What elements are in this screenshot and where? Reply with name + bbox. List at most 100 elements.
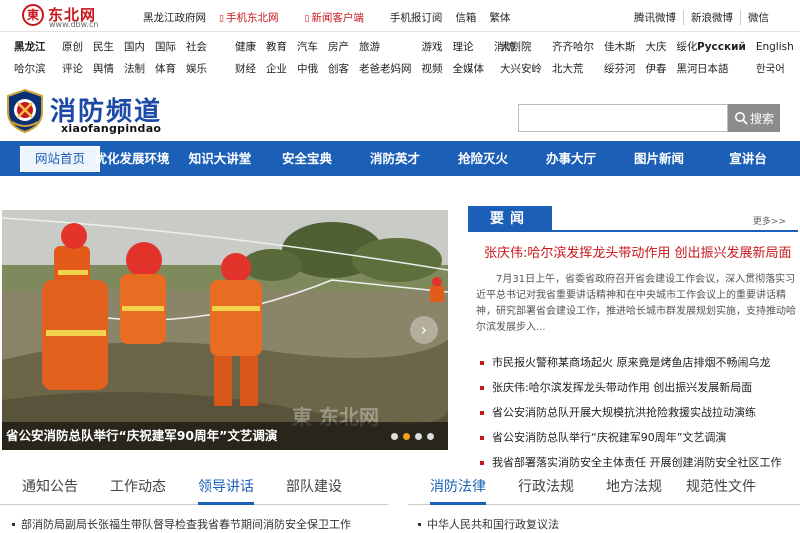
- news-item[interactable]: 市民报火警称某商场起火 原来竟是烤鱼店排烟不畅闹乌龙: [476, 350, 798, 375]
- dbw-logo[interactable]: 東 东北网 www.dbw.cn: [22, 4, 122, 29]
- news-summary: 7月31日上午，省委省政府召开省会建设工作会议，深入贯彻落实习近平总书记对我省重…: [476, 274, 796, 333]
- news-more-link[interactable]: 更多>>: [753, 214, 786, 227]
- nav-rescue[interactable]: 抢险灭火: [446, 141, 520, 176]
- nav-lecture[interactable]: 知识大讲堂: [180, 141, 260, 176]
- news-list: 市民报火警称某商场起火 原来竟是烤鱼店排烟不畅闹乌龙 张庆伟:哈尔滨发挥龙头带动…: [476, 350, 798, 475]
- city-link[interactable]: 黑河: [677, 62, 698, 76]
- slider-dot[interactable]: [391, 433, 398, 440]
- bullet: [418, 522, 421, 526]
- channel-link[interactable]: 理论: [453, 40, 485, 54]
- channel-link[interactable]: 健康: [235, 40, 256, 54]
- tab-local-regulations[interactable]: 地方法规: [606, 476, 662, 505]
- channel-link[interactable]: 视频: [422, 62, 443, 76]
- nav-safety[interactable]: 安全宝典: [270, 141, 344, 176]
- top-link-mail[interactable]: 信箱: [455, 10, 476, 24]
- notice-tabs: 通知公告 工作动态 领导讲话 部队建设: [0, 476, 388, 505]
- channel-group-life: 健康 教育 汽车 房产 旅游 游戏 理论 消防 财经 企业 中俄 创客 老爸老妈…: [235, 40, 535, 76]
- slider-dot-active[interactable]: [403, 433, 410, 440]
- news-headline[interactable]: 张庆伟:哈尔滨发挥龙头带动作用 创出振兴发展新局面: [484, 242, 792, 261]
- channel-link[interactable]: 民生: [93, 40, 114, 54]
- nav-lecture-stage[interactable]: 宣讲台: [714, 141, 782, 176]
- news-item[interactable]: 我省部署落实消防安全主体责任 开展创建消防安全社区工作: [476, 450, 798, 475]
- photo-slider[interactable]: 東 东北网 › 省公安消防总队举行“庆祝建军90周年”文艺调演: [2, 210, 448, 450]
- search-input[interactable]: [518, 104, 728, 132]
- language-link-korean[interactable]: 한국어: [756, 62, 794, 76]
- nav-services[interactable]: 办事大厅: [534, 141, 608, 176]
- city-link[interactable]: 伊春: [646, 62, 667, 76]
- city-link[interactable]: 北大荒: [552, 62, 594, 76]
- city-link[interactable]: 绥芬河: [604, 62, 636, 76]
- social-tencent-weibo[interactable]: 腾讯微博: [627, 10, 683, 25]
- channel-link[interactable]: 法制: [124, 62, 145, 76]
- channel-link[interactable]: 评论: [62, 62, 83, 76]
- tab-admin-regulations[interactable]: 行政法规: [518, 476, 574, 505]
- slider-dot[interactable]: [415, 433, 422, 440]
- bullet: [480, 360, 484, 365]
- channel-link[interactable]: 中俄: [297, 62, 318, 76]
- phone-icon: ▯: [219, 14, 224, 24]
- city-link[interactable]: 绥化: [677, 40, 698, 54]
- channel-link[interactable]: 教育: [266, 40, 287, 54]
- channel-link[interactable]: 社会: [186, 40, 207, 54]
- social-sina-weibo[interactable]: 新浪微博: [683, 10, 740, 25]
- channel-link[interactable]: 原创: [62, 40, 83, 54]
- channel-link[interactable]: 全媒体: [453, 62, 485, 76]
- slider-caption[interactable]: 省公安消防总队举行“庆祝建军90周年”文艺调演: [6, 425, 277, 444]
- main-nav: 网站首页 优化发展环境 知识大讲堂 安全宝典 消防英才 抢险灭火 办事大厅 图片…: [0, 141, 800, 176]
- language-link-japanese[interactable]: 日本語: [697, 62, 746, 76]
- nav-talent[interactable]: 消防英才: [358, 141, 432, 176]
- top-link-mobile[interactable]: ▯ 手机东北网: [219, 10, 291, 24]
- top-link-traditional[interactable]: 繁体: [489, 10, 510, 24]
- channel-group-cities: 大剧院 齐齐哈尔 佳木斯 大庆 绥化 大兴安岭 北大荒 绥芬河 伊春 黑河: [500, 40, 708, 76]
- nav-photo-news[interactable]: 图片新闻: [622, 141, 696, 176]
- channel-link[interactable]: 游戏: [422, 40, 443, 54]
- channel-link[interactable]: 财经: [235, 62, 256, 76]
- channel-link[interactable]: 企业: [266, 62, 287, 76]
- tab-notices[interactable]: 通知公告: [22, 476, 78, 505]
- channel-link[interactable]: 舆情: [93, 62, 114, 76]
- search-button[interactable]: 搜索: [728, 104, 780, 132]
- city-link[interactable]: 佳木斯: [604, 40, 636, 54]
- city-link[interactable]: 齐齐哈尔: [552, 40, 594, 54]
- region-link[interactable]: 哈尔滨: [14, 62, 46, 76]
- social-wechat[interactable]: 微信: [740, 10, 776, 25]
- tab-fire-law[interactable]: 消防法律: [430, 476, 486, 505]
- news-tab[interactable]: 要闻: [468, 206, 552, 232]
- channel-link[interactable]: 老爸老妈网: [359, 62, 412, 76]
- law-tabs: 消防法律 行政法规 地方法规 规范性文件: [408, 476, 800, 505]
- law-list-item[interactable]: 中华人民共和国行政复议法: [418, 516, 559, 532]
- social-links: 腾讯微博 新浪微博 微信: [627, 10, 776, 25]
- bullet: [480, 460, 484, 465]
- tab-normative-docs[interactable]: 规范性文件: [686, 476, 756, 505]
- top-link-app[interactable]: ▯ 新闻客户端: [304, 10, 376, 24]
- slider-dot[interactable]: [427, 433, 434, 440]
- channel-link[interactable]: 体育: [155, 62, 176, 76]
- top-link-app-label: 新闻客户端: [311, 12, 364, 24]
- region-link[interactable]: 黑龙江: [14, 40, 46, 54]
- channel-link[interactable]: 国内: [124, 40, 145, 54]
- city-link[interactable]: 大兴安岭: [500, 62, 542, 76]
- language-link-russian[interactable]: Русский: [697, 40, 746, 54]
- city-link[interactable]: 大庆: [646, 40, 667, 54]
- top-link-gov[interactable]: 黑龙江政府网: [143, 10, 206, 24]
- top-link-subscribe[interactable]: 手机报订阅: [390, 10, 443, 24]
- channel-link[interactable]: 创客: [328, 62, 349, 76]
- channel-link[interactable]: 国际: [155, 40, 176, 54]
- news-item[interactable]: 省公安消防总队开展大规模抗洪抢险救援实战拉动演练: [476, 400, 798, 425]
- city-link[interactable]: 大剧院: [500, 40, 542, 54]
- channel-link[interactable]: 旅游: [359, 40, 412, 54]
- channel-link[interactable]: 房产: [328, 40, 349, 54]
- language-link-english[interactable]: English: [756, 40, 794, 54]
- top-bar: 東 东北网 www.dbw.cn 黑龙江政府网 ▯ 手机东北网 ▯ 新闻客户端 手机…: [0, 0, 800, 32]
- tab-force-building[interactable]: 部队建设: [286, 476, 342, 505]
- news-item[interactable]: 张庆伟:哈尔滨发挥龙头带动作用 创出振兴发展新局面: [476, 375, 798, 400]
- channel-pinyin: xiaofangpindao: [61, 122, 162, 135]
- news-item[interactable]: 省公安消防总队举行“庆祝建军90周年”文艺调演: [476, 425, 798, 450]
- slider-next-button[interactable]: ›: [410, 316, 438, 344]
- notice-list-item[interactable]: 部消防局副局长张福生带队督导检查我省春节期间消防安全保卫工作: [12, 516, 351, 532]
- channel-link[interactable]: 汽车: [297, 40, 318, 54]
- nav-environment[interactable]: 优化发展环境: [88, 141, 176, 176]
- tab-leader-speeches[interactable]: 领导讲话: [198, 476, 254, 505]
- channel-link[interactable]: 娱乐: [186, 62, 207, 76]
- tab-work-news[interactable]: 工作动态: [110, 476, 166, 505]
